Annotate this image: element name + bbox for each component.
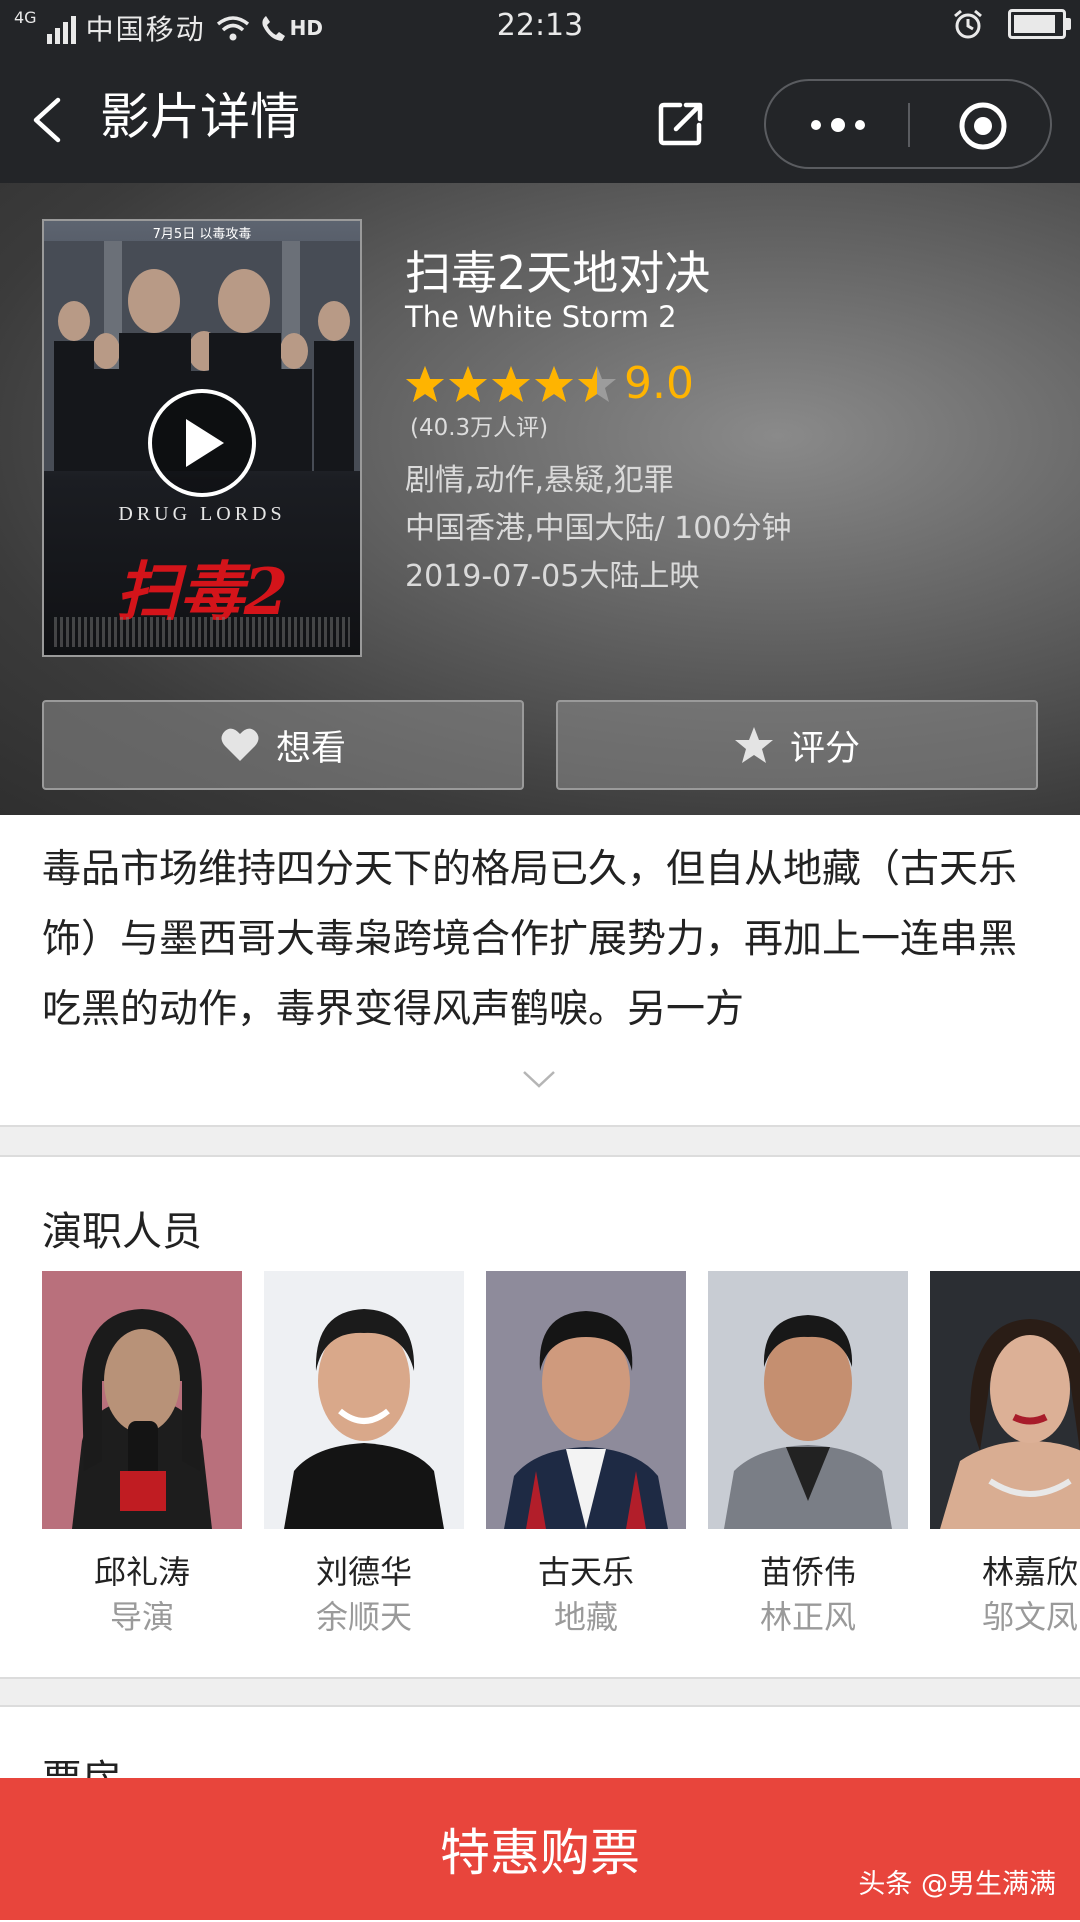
cast-section-title: 演职人员	[42, 1209, 202, 1255]
cast-name: 苗侨伟	[759, 1553, 856, 1591]
cast-role: 余顺天	[315, 1598, 412, 1636]
cast-name: 刘德华	[315, 1553, 412, 1591]
cast-role: 林正风	[759, 1598, 856, 1636]
rate-button[interactable]: 评分	[556, 700, 1038, 790]
star-full-icon	[449, 366, 487, 402]
cast-photo	[486, 1271, 686, 1529]
play-button[interactable]	[148, 389, 256, 497]
more-icon[interactable]	[808, 115, 868, 135]
star-half-icon	[578, 366, 616, 402]
star-outline-icon	[734, 727, 773, 763]
movie-poster[interactable]: 7月5日 以毒攻毒 DRUG LORDS 扫毒2	[42, 219, 362, 657]
cast-photo	[42, 1271, 242, 1529]
watermark: 头条 @男生满满	[858, 1869, 1056, 1900]
rate-label: 评分	[789, 728, 860, 769]
want-to-watch-label: 想看	[275, 728, 346, 769]
status-bar: 4G 中国移动 HD 22:13	[0, 0, 1080, 55]
movie-region-duration: 中国香港,中国大陆/ 100分钟	[405, 511, 792, 546]
cast-card[interactable]: 古天乐 地藏	[486, 1271, 686, 1641]
cast-name: 林嘉欣	[981, 1553, 1078, 1591]
cast-photo	[708, 1271, 908, 1529]
cast-card[interactable]: 苗侨伟 林正风	[708, 1271, 908, 1641]
synopsis-section: 毒品市场维持四分天下的格局已久，但自从地藏（古天乐 饰）与墨西哥大毒枭跨境合作扩…	[0, 815, 1080, 1127]
cast-card[interactable]: 邱礼涛 导演	[42, 1271, 242, 1641]
cast-role: 邬文凤	[981, 1598, 1078, 1636]
movie-genres: 剧情,动作,悬疑,犯罪	[405, 463, 674, 498]
cast-name: 邱礼涛	[93, 1553, 190, 1591]
chevron-down-icon[interactable]	[522, 1069, 556, 1089]
movie-title-en: The White Storm 2	[405, 300, 677, 334]
battery-icon	[1008, 9, 1071, 39]
mini-program-capsule	[764, 79, 1052, 169]
alarm-icon	[954, 9, 982, 39]
poster-tagline: 7月5日 以毒攻毒	[152, 227, 252, 242]
cast-section: 演职人员 邱礼涛 导演 刘德华 余顺天 古天乐 地藏 苗侨伟 林正风 林嘉欣 邬…	[0, 1155, 1080, 1679]
cast-card[interactable]: 刘德华 余顺天	[264, 1271, 464, 1641]
star-full-icon	[492, 366, 530, 402]
nav-bar: 影片详情	[0, 55, 1080, 183]
buy-ticket-label: 特惠购票	[440, 1824, 640, 1882]
star-full-icon	[535, 366, 573, 402]
movie-title: 扫毒2天地对决	[405, 246, 711, 300]
synopsis-text: 毒品市场维持四分天下的格局已久，但自从地藏（古天乐 饰）与墨西哥大毒枭跨境合作扩…	[42, 847, 1018, 1032]
page-title: 影片详情	[100, 88, 300, 146]
share-icon[interactable]	[656, 99, 706, 149]
cast-card[interactable]: 林嘉欣 邬文凤	[930, 1271, 1080, 1641]
cast-role: 导演	[109, 1598, 174, 1636]
back-icon[interactable]	[28, 97, 68, 143]
heart-icon	[221, 728, 259, 761]
want-to-watch-button[interactable]: 想看	[42, 700, 524, 790]
capsule-divider	[908, 103, 910, 147]
cast-name: 古天乐	[537, 1553, 634, 1591]
rating-score: 9.0	[624, 358, 694, 409]
star-full-icon	[406, 366, 444, 402]
clock: 22:13	[496, 8, 584, 43]
poster-credits	[54, 617, 350, 647]
vote-count: (40.3万人评)	[410, 415, 549, 441]
rating: 9.0	[405, 359, 694, 409]
movie-release-date: 2019-07-05大陆上映	[405, 559, 700, 594]
target-icon[interactable]	[958, 101, 1008, 151]
cast-list: 邱礼涛 导演 刘德华 余顺天 古天乐 地藏 苗侨伟 林正风 林嘉欣 邬文凤	[42, 1271, 1080, 1641]
rating-stars	[405, 364, 620, 404]
cast-role: 地藏	[553, 1598, 618, 1636]
movie-header: 7月5日 以毒攻毒 DRUG LORDS 扫毒2 扫毒2天地对决 The Whi…	[0, 183, 1080, 815]
cast-photo	[264, 1271, 464, 1529]
poster-title-en: DRUG LORDS	[118, 503, 286, 525]
cast-photo	[930, 1271, 1080, 1529]
play-icon	[186, 419, 224, 467]
